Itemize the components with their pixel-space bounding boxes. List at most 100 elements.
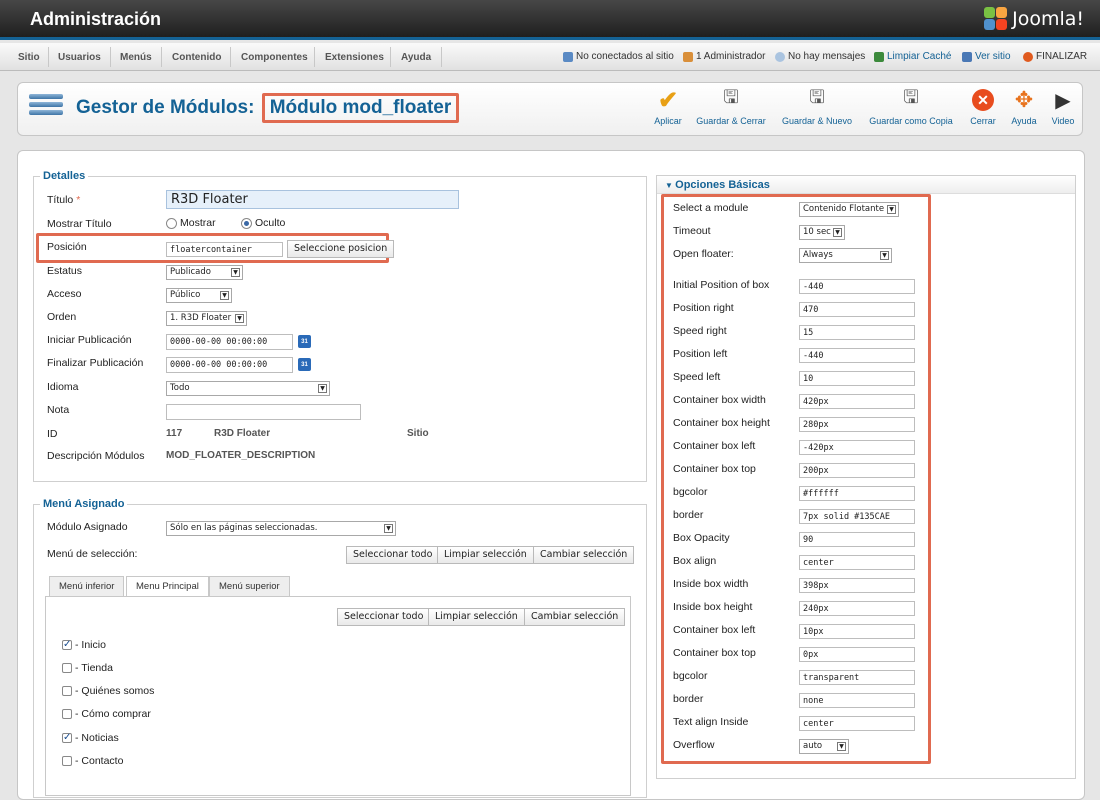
menu-ayuda[interactable]: Ayuda xyxy=(401,52,431,63)
apply-button[interactable]: ✔ Aplicar xyxy=(648,87,688,127)
option-input[interactable]: 0px xyxy=(799,647,915,662)
tab-clear-selection-button[interactable]: Limpiar selección xyxy=(428,608,525,626)
joomla-logo[interactable]: Joomla! xyxy=(984,7,1084,31)
option-select[interactable]: auto ▼ xyxy=(799,739,849,754)
basic-options-header[interactable]: ▼ Opciones Básicas xyxy=(657,176,1075,194)
option-input[interactable]: 15 xyxy=(799,325,915,340)
save-close-button[interactable]: 🖫 Guardar & Cerrar xyxy=(692,87,770,126)
help-button[interactable]: ✥ Ayuda xyxy=(1008,87,1040,126)
option-input[interactable]: -440 xyxy=(799,279,915,294)
menu-item-inicio[interactable]: ✓ - Inicio xyxy=(62,639,106,651)
option-input[interactable]: 10 xyxy=(799,371,915,386)
clear-selection-button[interactable]: Limpiar selección xyxy=(437,546,534,564)
option-input[interactable]: none xyxy=(799,693,915,708)
show-title-label: Mostrar Título xyxy=(47,218,112,230)
logout-link[interactable]: FINALIZAR xyxy=(1023,51,1087,62)
chevron-down-icon: ▼ xyxy=(887,205,896,214)
option-input[interactable]: 398px xyxy=(799,578,915,593)
toggle-selection-button[interactable]: Cambiar selección xyxy=(533,546,635,564)
option-label: Open floater: xyxy=(673,248,734,260)
broom-icon xyxy=(874,51,884,62)
assigned-select[interactable]: Sólo en las páginas seleccionadas. ▼ xyxy=(166,521,396,536)
video-button[interactable]: ▶ Video xyxy=(1048,88,1078,127)
language-select[interactable]: Todo ▼ xyxy=(166,381,330,396)
select-position-button[interactable]: Seleccione posicion xyxy=(287,240,395,258)
details-fieldset: Detalles xyxy=(33,170,647,482)
logo-text: Joomla! xyxy=(1012,8,1084,30)
menu-extensiones[interactable]: Extensiones xyxy=(325,52,384,63)
menu-item-tienda[interactable]: - Tienda xyxy=(62,662,113,674)
start-publish-input[interactable]: 0000-00-00 00:00:00 xyxy=(166,334,293,350)
menu-menus[interactable]: Menús xyxy=(120,52,152,63)
status-label: Estatus xyxy=(47,265,83,277)
chevron-down-icon: ▼ xyxy=(880,251,889,260)
option-label: border xyxy=(673,693,704,705)
option-input[interactable]: 90 xyxy=(799,532,915,547)
menu-usuarios[interactable]: Usuarios xyxy=(58,52,101,63)
status-select[interactable]: Publicado ▼ xyxy=(166,265,243,280)
save-copy-button[interactable]: 🖫 Guardar como Copia xyxy=(866,87,956,126)
note-input[interactable] xyxy=(166,404,361,420)
option-select[interactable]: Always ▼ xyxy=(799,248,892,263)
chevron-down-icon: ▼ xyxy=(665,181,676,190)
message-icon xyxy=(775,51,785,62)
description-value: MOD_FLOATER_DESCRIPTION xyxy=(166,450,316,461)
option-input[interactable]: 200px xyxy=(799,463,915,478)
title-input[interactable]: R3D Floater xyxy=(166,190,459,209)
menu-componentes[interactable]: Componentes xyxy=(241,52,308,63)
option-label: Initial Position of box xyxy=(673,279,770,291)
select-all-button[interactable]: Seleccionar todo xyxy=(346,546,440,564)
order-select[interactable]: 1. R3D Floater ▼ xyxy=(166,311,247,326)
end-publish-label: Finalizar Publicación xyxy=(47,357,144,369)
option-input[interactable]: -440 xyxy=(799,348,915,363)
close-icon: ✕ xyxy=(966,88,1000,112)
show-title-hide-radio[interactable]: Oculto xyxy=(241,217,285,229)
tab-menu-superior[interactable]: Menú superior xyxy=(209,576,290,596)
option-label: Position left xyxy=(673,348,728,360)
option-input[interactable]: 470 xyxy=(799,302,915,317)
module-name-highlight: Módulo mod_floater xyxy=(261,93,460,123)
access-select[interactable]: Público ▼ xyxy=(166,288,232,303)
menu-item-contacto[interactable]: - Contacto xyxy=(62,755,123,767)
option-select[interactable]: 10 sec ▼ xyxy=(799,225,845,240)
tab-select-all-button[interactable]: Seleccionar todo xyxy=(337,608,431,626)
menu-sitio[interactable]: Sitio xyxy=(18,52,40,63)
option-input[interactable]: 280px xyxy=(799,417,915,432)
show-title-show-radio[interactable]: Mostrar xyxy=(166,217,216,229)
tab-menu-principal[interactable]: Menu Principal xyxy=(126,576,209,597)
option-input[interactable]: -420px xyxy=(799,440,915,455)
menu-contenido[interactable]: Contenido xyxy=(172,52,221,63)
end-publish-input[interactable]: 0000-00-00 00:00:00 xyxy=(166,357,293,373)
save-new-button[interactable]: 🖫 Guardar & Nuevo xyxy=(778,87,856,126)
option-input[interactable]: 7px solid #135CAE xyxy=(799,509,915,524)
option-label: Inside box width xyxy=(673,578,749,590)
option-input[interactable]: center xyxy=(799,555,915,570)
option-input[interactable]: center xyxy=(799,716,915,731)
menu-item-como-comprar[interactable]: - Cómo comprar xyxy=(62,708,151,720)
clear-cache-link[interactable]: Limpiar Caché xyxy=(874,51,951,62)
option-input[interactable]: 420px xyxy=(799,394,915,409)
option-input[interactable]: 10px xyxy=(799,624,915,639)
option-label: Timeout xyxy=(673,225,711,237)
page-title: Gestor de Módulos: Módulo mod_floater xyxy=(76,93,460,123)
close-button[interactable]: ✕ Cerrar xyxy=(966,88,1000,126)
option-input[interactable]: #ffffff xyxy=(799,486,915,501)
calendar-icon[interactable]: 31 xyxy=(298,335,311,348)
menu-item-noticias[interactable]: ✓ - Noticias xyxy=(62,732,119,744)
id-label: ID xyxy=(47,428,58,440)
tab-menu-inferior[interactable]: Menú inferior xyxy=(49,576,125,596)
calendar-icon[interactable]: 31 xyxy=(298,358,311,371)
chevron-down-icon: ▼ xyxy=(833,228,842,237)
option-input[interactable]: 240px xyxy=(799,601,915,616)
assigned-label: Módulo Asignado xyxy=(47,521,128,533)
chevron-down-icon: ▼ xyxy=(235,314,244,323)
option-label: Container box width xyxy=(673,394,766,406)
menu-item-quienes-somos[interactable]: - Quiénes somos xyxy=(62,685,154,697)
option-input[interactable]: transparent xyxy=(799,670,915,685)
option-label: Inside box height xyxy=(673,601,753,613)
id-value: 117 xyxy=(166,428,183,439)
option-select[interactable]: Contenido Flotante ▼ xyxy=(799,202,899,217)
view-site-link[interactable]: Ver sitio xyxy=(962,51,1011,62)
position-input[interactable]: floatercontainer xyxy=(166,242,283,257)
tab-toggle-selection-button[interactable]: Cambiar selección xyxy=(524,608,626,626)
